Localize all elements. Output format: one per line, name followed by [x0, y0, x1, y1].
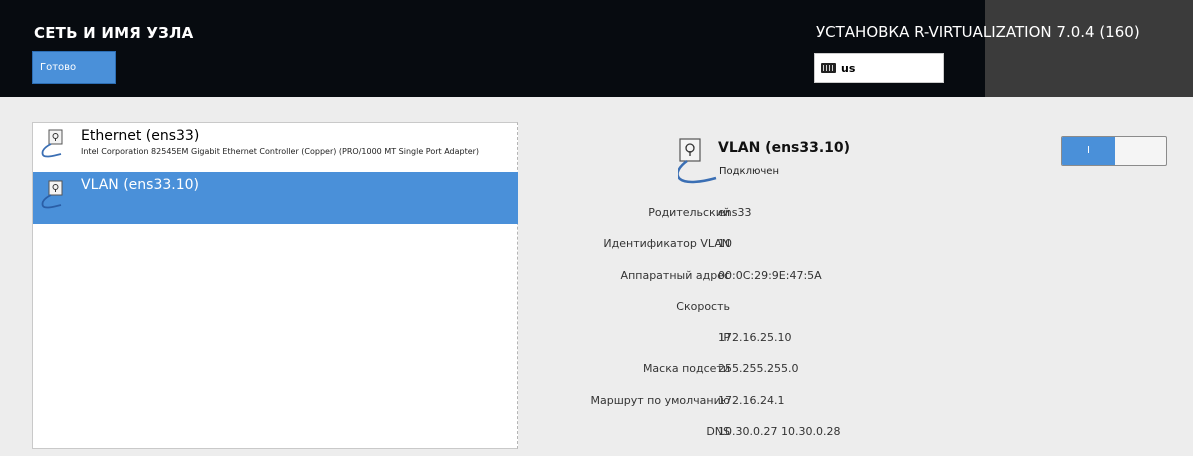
- property-value: 10.30.0.27 10.30.0.28: [718, 425, 841, 439]
- connection-toggle[interactable]: I: [1061, 136, 1167, 166]
- device-item-ens33[interactable]: Ethernet (ens33) Intel Corporation 82545…: [33, 123, 518, 169]
- property-row: DNS 10.30.0.27 10.30.0.28: [520, 425, 1040, 456]
- property-label: Маршрут по умолчанию: [590, 393, 730, 407]
- device-name: Ethernet (ens33): [81, 128, 200, 144]
- property-row: Маршрут по умолчанию 172.16.24.1: [520, 394, 1040, 425]
- property-label: Маска подсети: [642, 362, 730, 376]
- property-row: Идентификатор VLAN 10: [520, 237, 1040, 268]
- device-list: Ethernet (ens33) Intel Corporation 82545…: [32, 122, 518, 449]
- toggle-on-indicator: I: [1062, 137, 1115, 165]
- property-label: Идентификатор VLAN: [603, 237, 730, 251]
- property-label: Скорость: [676, 299, 730, 313]
- property-value: 172.16.25.10: [718, 331, 792, 345]
- property-row: Аппаратный адрес 00:0C:29:9E:47:5A: [520, 269, 1040, 300]
- keyboard-layout-label: us: [841, 61, 856, 75]
- device-name: VLAN (ens33.10): [81, 177, 199, 193]
- device-item-ens33-10[interactable]: VLAN (ens33.10): [33, 172, 518, 224]
- device-description: Intel Corporation 82545EM Gigabit Ethern…: [81, 147, 480, 156]
- property-value: 172.16.24.1: [718, 393, 785, 407]
- device-properties: Родительский ens33 Идентификатор VLAN 10…: [520, 206, 1040, 456]
- property-row: Родительский ens33: [520, 206, 1040, 237]
- keyboard-layout-indicator[interactable]: us: [814, 53, 944, 83]
- property-row: Маска подсети 255.255.255.0: [520, 362, 1040, 393]
- property-value: ens33: [718, 206, 752, 219]
- installer-title: УСТАНОВКА R-VIRTUALIZATION 7.0.4 (160): [816, 23, 1140, 41]
- done-button[interactable]: Готово: [32, 51, 116, 84]
- page-title: СЕТЬ И ИМЯ УЗЛА: [34, 24, 194, 42]
- property-row: Скорость: [520, 300, 1040, 331]
- header-shade: [985, 0, 1193, 97]
- keyboard-icon: [821, 63, 836, 73]
- connection-status: Подключен: [719, 166, 779, 177]
- property-value: 00:0C:29:9E:47:5A: [718, 268, 822, 282]
- property-value: 10: [718, 237, 732, 251]
- property-value: 255.255.255.0: [718, 362, 799, 376]
- property-row: IP 172.16.25.10: [520, 331, 1040, 362]
- header-bar: СЕТЬ И ИМЯ УЗЛА Готово УСТАНОВКА R-VIRTU…: [0, 0, 1193, 97]
- network-cable-icon: [41, 129, 63, 158]
- selected-device-name: VLAN (ens33.10): [718, 140, 851, 156]
- property-label: Аппаратный адрес: [620, 268, 730, 282]
- network-cable-icon: [41, 180, 63, 209]
- network-cable-icon: [678, 138, 717, 184]
